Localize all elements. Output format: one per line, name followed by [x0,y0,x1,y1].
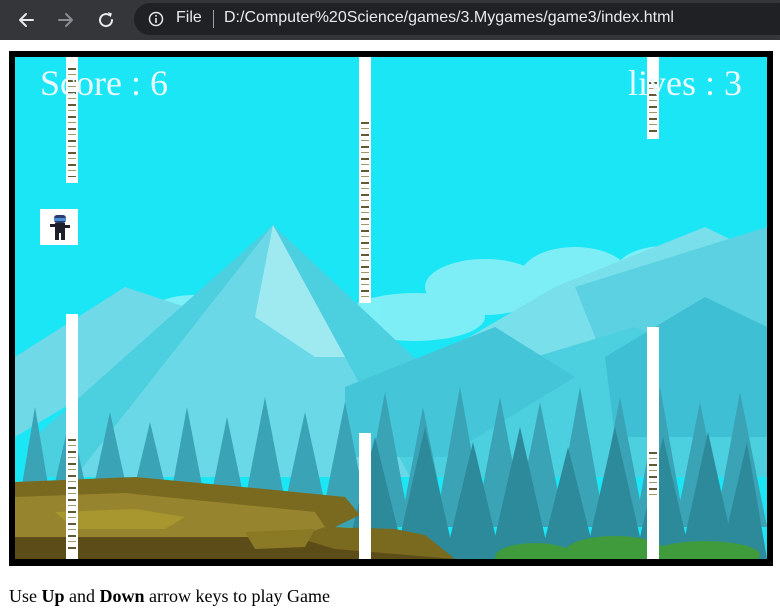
address-separator [213,10,214,28]
url-text[interactable]: D:/Computer%20Science/games/3.Mygames/ga… [224,9,674,27]
obstacle-bottom-2 [359,433,371,559]
address-bar[interactable]: File D:/Computer%20Science/games/3.Mygam… [134,3,780,35]
forward-button[interactable] [52,6,80,34]
lives-display: lives : 3 [628,63,742,103]
instructions-text: Use Up and Down arrow keys to play Game [9,586,330,607]
key-up-label: Up [41,586,65,606]
browser-toolbar: File D:/Computer%20Science/games/3.Mygam… [0,0,780,40]
score-display: Score : 6 [40,63,168,103]
instructions-suffix: arrow keys to play Game [149,586,330,606]
key-down-label: Down [99,586,145,606]
back-button[interactable] [12,6,40,34]
reload-button[interactable] [92,6,120,34]
player-ninja [40,209,78,245]
game-canvas[interactable]: Score : 6 lives : 3 [15,57,767,559]
info-icon[interactable] [148,11,164,27]
instructions-prefix: Use [9,586,37,606]
back-arrow-icon [19,13,34,27]
ninja-icon [50,215,70,240]
obstacle-bottom-1 [66,314,78,559]
game-frame: Score : 6 lives : 3 [9,51,773,566]
obstacle-top-2 [359,57,371,303]
reload-icon [99,12,114,28]
instructions-and: and [69,586,96,606]
obstacle-bottom-3 [647,327,659,559]
forward-arrow-icon [58,13,73,27]
file-scheme-label: File [176,9,202,26]
